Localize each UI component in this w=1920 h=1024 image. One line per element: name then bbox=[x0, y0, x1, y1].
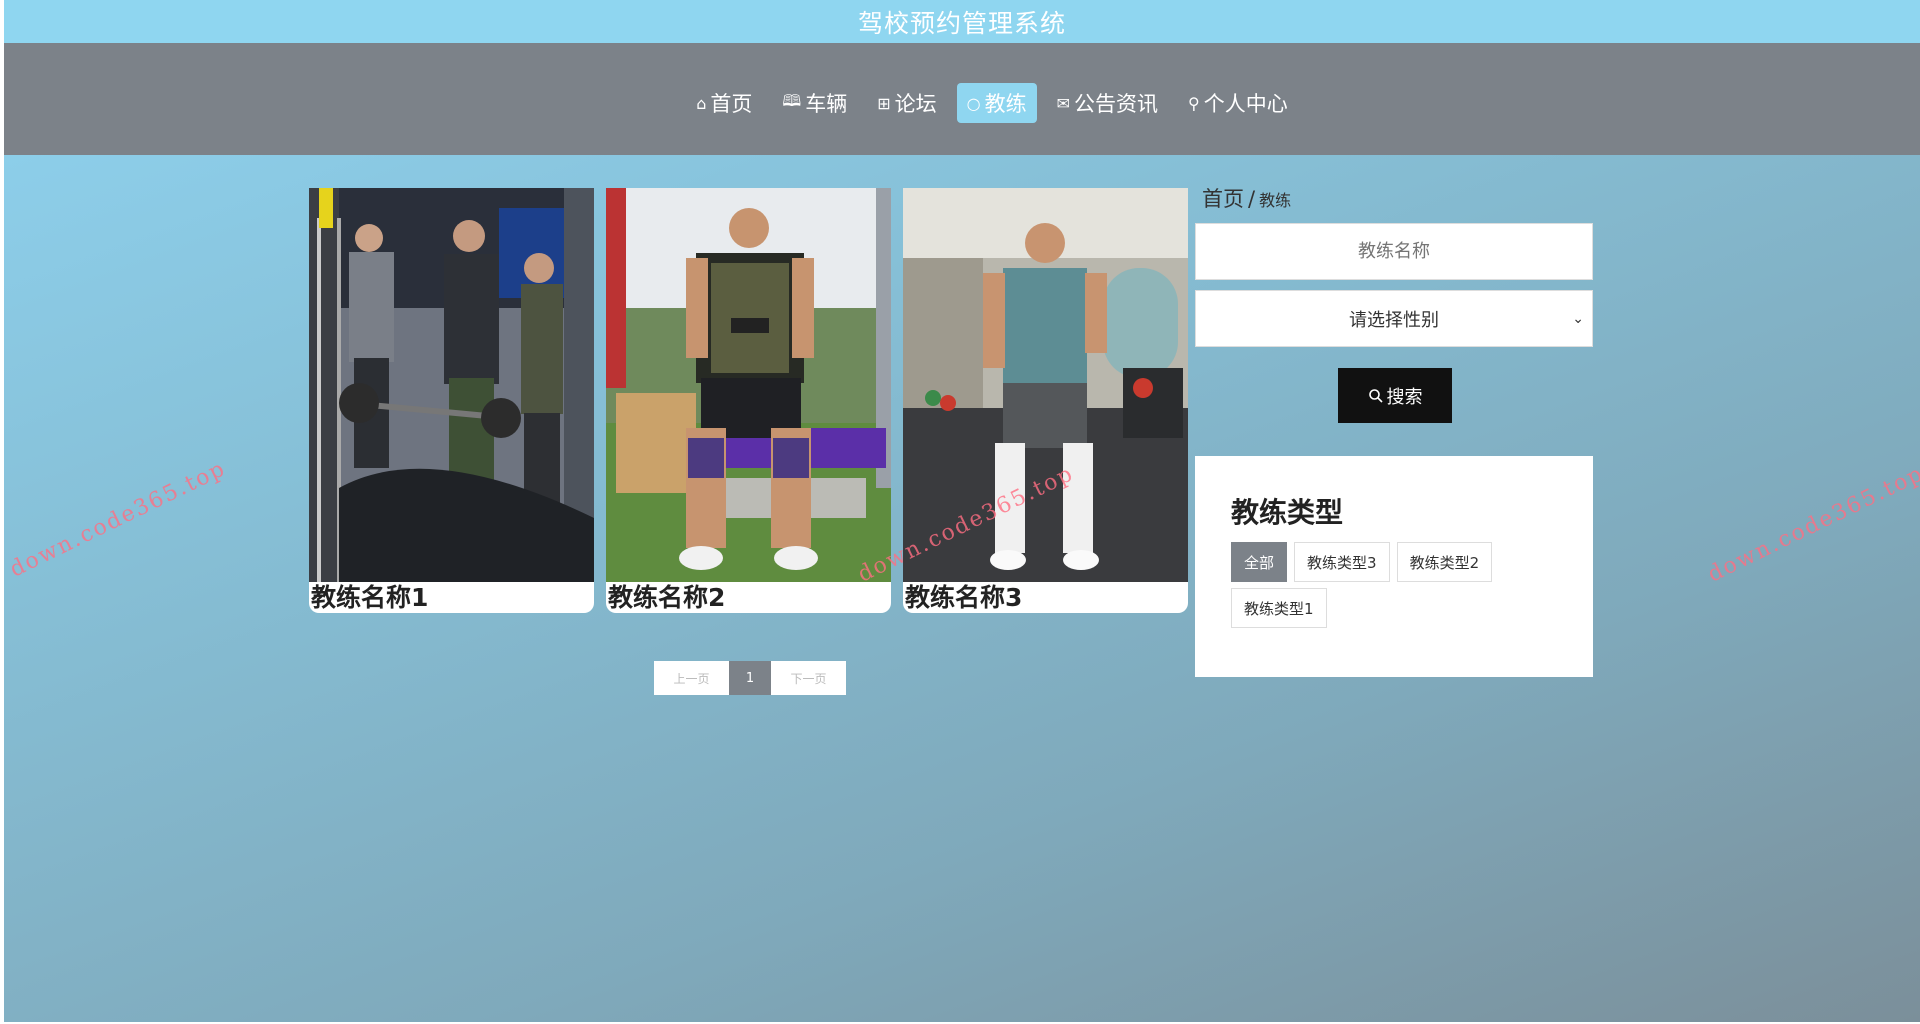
coach-photo[interactable] bbox=[606, 188, 891, 582]
coach-photo[interactable] bbox=[309, 188, 594, 582]
nav-item-home[interactable]: ⌂ 首页 bbox=[686, 83, 762, 123]
search-button[interactable]: 搜索 bbox=[1338, 368, 1452, 423]
nav-item-label: 教练 bbox=[984, 92, 1027, 116]
coach-card[interactable]: 教练名称1 bbox=[309, 188, 594, 613]
page: 驾校预约管理系统 ⌂ 首页 🕮 车辆 ⊞ 论坛 ○ 教练 ✉ 公告资讯 ⚲ 个人… bbox=[4, 0, 1920, 1022]
nav-item-label: 论坛 bbox=[894, 92, 937, 116]
gift-icon: ⊞ bbox=[877, 93, 891, 113]
watermark: down.code365.top bbox=[6, 456, 231, 583]
type-tag[interactable]: 教练类型3 bbox=[1294, 542, 1390, 582]
coach-name[interactable]: 教练名称3 bbox=[903, 582, 1188, 613]
pagination: 上一页 1 下一页 bbox=[654, 661, 846, 695]
type-tag[interactable]: 教练类型2 bbox=[1396, 542, 1493, 582]
gender-select-value: 请选择性别 bbox=[1349, 309, 1439, 331]
nav-item-label: 个人中心 bbox=[1203, 92, 1288, 116]
search-button-label: 搜索 bbox=[1386, 386, 1423, 408]
prev-page-button[interactable]: 上一页 bbox=[654, 661, 729, 695]
main-nav: ⌂ 首页 🕮 车辆 ⊞ 论坛 ○ 教练 ✉ 公告资讯 ⚲ 个人中心 bbox=[4, 43, 1920, 155]
nav-item-vehicles[interactable]: 🕮 车辆 bbox=[772, 83, 857, 123]
watermark: down.code365.top bbox=[1704, 461, 1920, 588]
coach-name[interactable]: 教练名称2 bbox=[606, 582, 891, 613]
circle-icon: ○ bbox=[966, 93, 981, 113]
coach-type-title: 教练类型 bbox=[1231, 496, 1344, 529]
car-icon: 🕮 bbox=[782, 90, 802, 110]
coach-type-panel: 教练类型 全部 教练类型3 教练类型2 教练类型1 bbox=[1195, 456, 1593, 677]
search-icon bbox=[1368, 388, 1383, 403]
chevron-down-icon: ⌄ bbox=[1572, 310, 1584, 327]
home-icon: ⌂ bbox=[696, 93, 707, 113]
nav-item-profile[interactable]: ⚲ 个人中心 bbox=[1178, 83, 1298, 123]
coach-list: 教练名称1 教练名称2 教练名称3 bbox=[309, 188, 1188, 613]
type-tag[interactable]: 教练类型1 bbox=[1231, 588, 1327, 628]
nav-item-label: 公告资讯 bbox=[1074, 92, 1159, 116]
breadcrumb: 首页 / 教练 bbox=[1202, 183, 1291, 213]
coach-name[interactable]: 教练名称1 bbox=[309, 582, 594, 613]
user-icon: ⚲ bbox=[1188, 93, 1200, 113]
mail-icon: ✉ bbox=[1056, 93, 1071, 113]
next-page-button[interactable]: 下一页 bbox=[771, 661, 846, 695]
nav-item-label: 车辆 bbox=[805, 92, 848, 116]
gender-select[interactable]: 请选择性别 ⌄ bbox=[1195, 290, 1593, 347]
coach-card[interactable]: 教练名称3 bbox=[903, 188, 1188, 613]
coach-name-input[interactable] bbox=[1195, 223, 1593, 280]
breadcrumb-home[interactable]: 首页 bbox=[1202, 187, 1244, 211]
page-number[interactable]: 1 bbox=[729, 661, 771, 695]
nav-item-label: 首页 bbox=[710, 92, 753, 116]
nav-item-coach[interactable]: ○ 教练 bbox=[956, 83, 1037, 123]
app-title: 驾校预约管理系统 bbox=[4, 0, 1920, 43]
nav-item-forum[interactable]: ⊞ 论坛 bbox=[867, 83, 946, 123]
type-tag-all[interactable]: 全部 bbox=[1231, 542, 1288, 582]
breadcrumb-separator: / bbox=[1248, 187, 1256, 211]
breadcrumb-current: 教练 bbox=[1259, 191, 1292, 210]
nav-item-news[interactable]: ✉ 公告资讯 bbox=[1047, 83, 1168, 123]
coach-card[interactable]: 教练名称2 bbox=[606, 188, 891, 613]
